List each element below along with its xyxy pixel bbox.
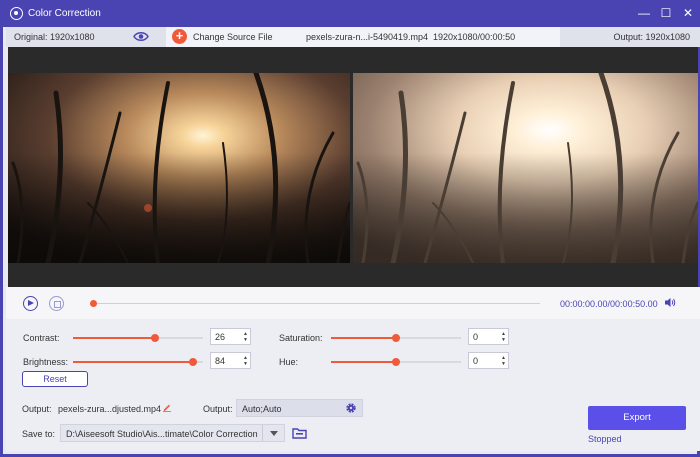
hue-input[interactable]: 0 ▲ ▼ bbox=[468, 352, 509, 369]
eye-icon[interactable] bbox=[133, 31, 149, 42]
output-format-label: Output: bbox=[203, 404, 233, 414]
saturation-stepper[interactable]: ▲ ▼ bbox=[501, 331, 506, 343]
save-to-label: Save to: bbox=[22, 429, 56, 439]
adjusted-frame-image bbox=[353, 73, 698, 263]
current-time: 00:00:00.00 bbox=[560, 299, 608, 309]
output-format-value: Auto;Auto bbox=[242, 404, 282, 414]
playback-controls: 00:00:00.00/00:00:50.00 bbox=[6, 287, 700, 319]
output-tab: Output: 1920x1080 bbox=[560, 27, 700, 47]
output-format-select[interactable]: Auto;Auto bbox=[236, 399, 363, 417]
source-file-name: pexels-zura-n...i-5490419.mp4 bbox=[306, 32, 429, 42]
saturation-slider-fill bbox=[331, 337, 396, 339]
original-frame-image bbox=[8, 73, 350, 263]
folder-icon[interactable] bbox=[292, 427, 307, 439]
play-icon[interactable] bbox=[23, 296, 38, 311]
original-tab: Original: 1920x1080 bbox=[6, 27, 166, 47]
contrast-input[interactable]: 26 ▲ ▼ bbox=[210, 328, 251, 345]
time-display: 00:00:00.00/00:00:50.00 bbox=[560, 299, 658, 309]
brightness-label: Brightness: bbox=[23, 357, 69, 367]
saturation-value: 0 bbox=[473, 332, 479, 342]
contrast-label: Contrast: bbox=[23, 333, 60, 343]
saturation-slider-knob[interactable] bbox=[392, 334, 400, 342]
save-path-value: D:\Aiseesoft Studio\Ais...timate\Color C… bbox=[66, 429, 258, 439]
volume-icon[interactable] bbox=[664, 297, 676, 308]
brightness-slider-fill bbox=[73, 361, 193, 363]
adjustment-panel: Contrast: 26 ▲ ▼ Brightness: 84 ▲ ▼ Satura… bbox=[6, 319, 700, 392]
source-file-info: 1920x1080/00:00:50 bbox=[433, 32, 516, 42]
maximize-button[interactable]: ☐ bbox=[657, 5, 675, 21]
video-preview bbox=[8, 47, 698, 287]
brightness-stepper[interactable]: ▲ ▼ bbox=[243, 355, 248, 367]
hue-slider-fill bbox=[331, 361, 396, 363]
saturation-label: Saturation: bbox=[279, 333, 323, 343]
export-button[interactable]: Export bbox=[588, 406, 686, 430]
original-preview bbox=[8, 73, 350, 263]
brightness-value: 84 bbox=[215, 356, 226, 366]
saturation-slider[interactable] bbox=[331, 334, 461, 342]
saturation-input[interactable]: 0 ▲ ▼ bbox=[468, 328, 509, 345]
hue-label: Hue: bbox=[279, 357, 299, 367]
total-time: /00:00:50.00 bbox=[607, 299, 658, 309]
change-source-label: Change Source File bbox=[193, 32, 273, 42]
hue-slider[interactable] bbox=[331, 358, 461, 366]
output-resolution: Output: 1920x1080 bbox=[613, 32, 690, 42]
close-button[interactable]: ✕ bbox=[679, 5, 697, 21]
edit-icon[interactable] bbox=[162, 402, 172, 412]
info-bar: Original: 1920x1080 + Change Source File… bbox=[6, 27, 700, 47]
gear-icon[interactable] bbox=[345, 402, 357, 414]
contrast-stepper[interactable]: ▲ ▼ bbox=[243, 331, 248, 343]
contrast-slider-fill bbox=[73, 337, 155, 339]
color-correction-window: Color Correction — ☐ ✕ Original: 1920x10… bbox=[0, 0, 700, 457]
contrast-slider[interactable] bbox=[73, 334, 203, 342]
timeline-slider[interactable] bbox=[90, 300, 540, 307]
contrast-slider-knob[interactable] bbox=[150, 334, 159, 342]
original-resolution: Original: 1920x1080 bbox=[14, 32, 95, 42]
stop-icon[interactable] bbox=[49, 296, 64, 311]
output-file-label: Output: bbox=[22, 404, 52, 414]
hue-slider-knob[interactable] bbox=[392, 358, 400, 366]
output-settings: Output: pexels-zura...djusted.mp4 Output… bbox=[6, 392, 700, 451]
title-bar: Color Correction — ☐ ✕ bbox=[3, 0, 700, 27]
brightness-input[interactable]: 84 ▲ ▼ bbox=[210, 352, 251, 369]
minimize-button[interactable]: — bbox=[635, 5, 653, 21]
hue-value: 0 bbox=[473, 356, 479, 366]
app-logo-icon bbox=[10, 7, 23, 20]
hue-stepper[interactable]: ▲ ▼ bbox=[501, 355, 506, 367]
plus-icon: + bbox=[172, 29, 187, 44]
reset-button[interactable]: Reset bbox=[22, 371, 88, 387]
timeline-handle[interactable] bbox=[90, 300, 97, 307]
status-text: Stopped bbox=[588, 434, 622, 444]
window-title: Color Correction bbox=[28, 8, 101, 19]
save-path-select[interactable]: D:\Aiseesoft Studio\Ais...timate\Color C… bbox=[60, 424, 285, 442]
brightness-slider[interactable] bbox=[73, 358, 203, 366]
chevron-down-icon[interactable] bbox=[262, 425, 284, 441]
output-preview bbox=[353, 73, 698, 263]
brightness-slider-knob[interactable] bbox=[188, 358, 197, 366]
contrast-value: 26 bbox=[215, 332, 226, 342]
output-file-name: pexels-zura...djusted.mp4 bbox=[58, 404, 162, 414]
